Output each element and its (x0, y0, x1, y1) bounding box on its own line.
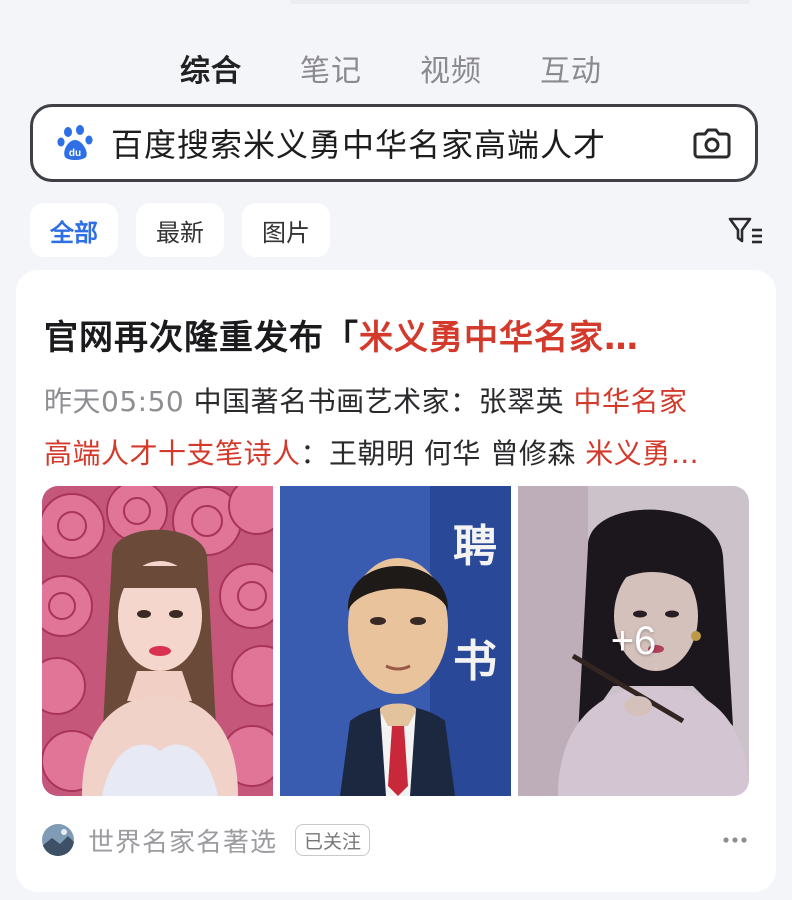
result-card[interactable]: 官网再次隆重发布「米义勇中华名家… 昨天05:50 中国著名书画艺术家：张翠英 … (16, 270, 776, 892)
status-sliver (290, 0, 750, 4)
source-name[interactable]: 世界名家名著选 (88, 822, 277, 859)
snippet-highlight-2: 高端人才十支笔诗人 (44, 437, 301, 470)
result-title[interactable]: 官网再次隆重发布「米义勇中华名家… (44, 310, 744, 359)
woman-roses-photo[interactable] (42, 486, 273, 796)
snippet-highlight-1: 中华名家 (573, 385, 688, 418)
certificate-char-2: 书 (453, 636, 497, 687)
snippet-line-1: 昨天05:50 中国著名书画艺术家：张翠英 中华名家 (44, 376, 744, 428)
filter-icon[interactable] (728, 216, 764, 248)
search-input[interactable]: 百度搜索米义勇中华名家高端人才 (111, 120, 689, 166)
avatar[interactable] (42, 824, 74, 856)
filter-latest[interactable]: 最新 (136, 203, 224, 257)
tab-bar: 综合 笔记 视频 互动 (180, 44, 602, 92)
snippet-line-2: 高端人才十支笔诗人：王朝明 何华 曾修森 米义勇… (44, 428, 744, 480)
search-bar[interactable]: du 百度搜索米义勇中华名家高端人才 (30, 104, 758, 182)
tab-interaction[interactable]: 互动 (540, 46, 602, 90)
snippet-highlight-3: 米义勇… (585, 437, 700, 470)
result-snippet: 昨天05:50 中国著名书画艺术家：张翠英 中华名家 高端人才十支笔诗人：王朝明… (44, 376, 744, 480)
tab-notes[interactable]: 笔记 (300, 46, 362, 90)
more-images-count[interactable]: +6 (518, 486, 749, 796)
follow-button[interactable]: 已关注 (295, 824, 371, 856)
tab-comprehensive[interactable]: 综合 (180, 46, 242, 90)
more-dots-icon[interactable] (720, 826, 750, 854)
tab-videos[interactable]: 视频 (420, 46, 482, 90)
filter-all[interactable]: 全部 (30, 203, 118, 257)
snippet-text-2: ：王朝明 何华 曾修森 (300, 437, 586, 470)
camera-icon[interactable] (689, 120, 735, 166)
filter-chips: 全部 最新 图片 (30, 203, 330, 257)
certificate-char-1: 聘 (453, 521, 497, 572)
result-title-highlight: 米义勇中华名家… (359, 318, 639, 358)
post-time: 昨天05:50 (44, 385, 185, 418)
man-certificate-photo[interactable]: 聘 书 (280, 486, 511, 796)
source-row: 世界名家名著选 已关注 (42, 818, 750, 862)
svg-text:du: du (69, 148, 81, 159)
baidu-paw-icon: du (55, 122, 97, 164)
snippet-text-1: 中国著名书画艺术家：张翠英 (184, 385, 574, 418)
result-title-prefix: 官网再次隆重发布「 (44, 318, 359, 358)
filter-images[interactable]: 图片 (242, 203, 330, 257)
woman-painting-photo[interactable]: +6 (518, 486, 749, 796)
result-images: 聘 书 +6 (42, 486, 750, 796)
